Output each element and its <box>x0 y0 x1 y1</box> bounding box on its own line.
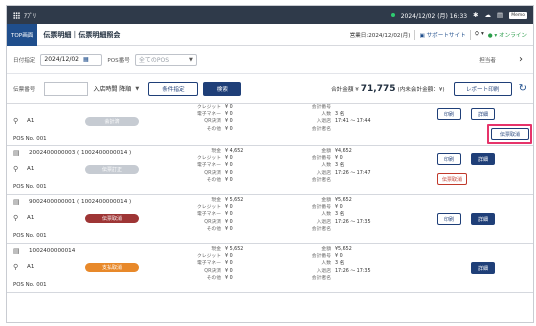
receipt-icon: ▤ <box>13 198 20 206</box>
online-label: オンライン <box>499 32 527 39</box>
divider <box>414 29 416 40</box>
table-number: A1 <box>27 264 35 270</box>
table-icon: ⚲ <box>13 214 19 222</box>
table-number: A1 <box>27 118 35 124</box>
user-menu-icon[interactable]: ⛭ ▾ <box>475 31 484 38</box>
connection-status-icon <box>390 13 395 17</box>
receipt-number: 1002400000014 <box>29 248 76 254</box>
top-screen-button[interactable]: TOP画面 <box>7 23 38 46</box>
payment-breakdown: クレジット ¥ 0 電子マネー ¥ 0 QR決済 ¥ 0 その他 ¥ 0 <box>197 105 233 132</box>
chevron-right-icon[interactable]: › <box>519 54 523 65</box>
condition-button[interactable]: 条件指定 <box>148 81 199 96</box>
list-item[interactable]: ⚲ A1 会計済 POS No. 001 クレジット ¥ 0 電子マネー ¥ 0 Q… <box>7 104 533 146</box>
status-badge: 会計済 <box>85 117 139 126</box>
printer-icon[interactable]: ▤ <box>497 11 503 19</box>
payment-breakdown: 現金 ¥ 5,652 クレジット ¥ 0 電子マネー ¥ 0 QR決済 ¥ 0 その他 ¥… <box>197 198 244 232</box>
staff-label[interactable]: 担当者 <box>479 56 496 64</box>
table-number: A1 <box>27 166 35 172</box>
report-print-button[interactable]: レポート印刷 <box>453 81 512 96</box>
receipt-list: ⚲ A1 会計済 POS No. 001 クレジット ¥ 0 電子マネー ¥ 0 Q… <box>7 104 533 293</box>
receipt-details: 会計番号 人数 3 名 入退店 17:41 ～ 17:44 会計者名 <box>311 105 371 132</box>
online-status[interactable]: ● ▾ オンライン <box>488 31 527 39</box>
detail-button[interactable]: 詳細 <box>471 213 495 225</box>
pos-number: POS No. 001 <box>13 282 47 288</box>
page-title: 伝票明細｜伝票明細照会 <box>43 30 121 39</box>
pos-select[interactable]: 全てのPOS ▼ <box>134 53 197 66</box>
void-receipt-button[interactable]: 伝票取消 <box>437 173 467 185</box>
receipt-number-input[interactable] <box>44 81 89 96</box>
settings-icon[interactable]: ✱ <box>473 11 478 19</box>
cloud-icon: ☁ <box>484 11 492 19</box>
highlight-box <box>487 124 532 144</box>
status-badge: 支払取消 <box>85 263 139 272</box>
table-icon: ⚲ <box>13 165 19 173</box>
app-window: ｱﾌﾟﾘ 2024/12/02 (月) 16:33 ✱ ☁ ▤ Memo TOP… <box>6 5 534 323</box>
datetime: 2024/12/02 (月) 16:33 <box>400 12 468 20</box>
total-value: 71,775 <box>360 83 396 94</box>
detail-button[interactable]: 詳細 <box>471 108 495 120</box>
date-label: 日付指定 <box>13 57 36 64</box>
chevron-down-icon: ▼ <box>135 85 140 92</box>
app-name: ｱﾌﾟﾘ <box>24 12 37 20</box>
memo-button[interactable]: Memo <box>509 11 527 19</box>
date-picker[interactable]: 2024/12/02 ▦ <box>40 53 103 66</box>
list-item[interactable]: ▤ 2002400000003 ( 1002400000014 ) ⚲ A1 伝… <box>7 146 533 195</box>
pos-value: 全てのPOS <box>138 57 170 64</box>
pos-number: POS No. 001 <box>13 184 47 190</box>
business-date: 営業日:2024/12/02(月) <box>349 32 411 39</box>
support-site-link[interactable]: ▣ サポートサイト <box>419 31 465 39</box>
receipt-number: 9002400000001 ( 1002400000014 ) <box>29 199 132 205</box>
payment-breakdown: 現金 ¥ 5,652 クレジット ¥ 0 電子マネー ¥ 0 QR決済 ¥ 0 その他 ¥… <box>197 247 244 281</box>
calendar-icon: ▦ <box>82 56 89 63</box>
pos-number: POS No. 001 <box>13 136 47 142</box>
divider <box>469 29 471 40</box>
receipt-details: 金額 ¥4,652 会計番号 ¥ 0 人数 3 名 入退店 17:26 ～ 17:47 … <box>311 149 371 183</box>
search-button[interactable]: 検索 <box>203 81 242 96</box>
total-label: 合計金額 ¥ <box>331 86 359 93</box>
total-amount: 合計金額 ¥ 71,775 (内未会計金額：¥) <box>331 84 445 94</box>
list-item[interactable]: ▤ 1002400000014 ⚲ A1 支払取消 POS No. 001 現金… <box>7 244 533 293</box>
apps-grid-icon[interactable] <box>13 11 20 19</box>
receipt-details: 金額 ¥5,652 会計番号 ¥ 0 人数 3 名 入退店 17:26 ～ 17:35 … <box>311 247 371 281</box>
list-item[interactable]: ▤ 9002400000001 ( 1002400000014 ) ⚲ A1 伝… <box>7 195 533 244</box>
status-badge: 伝票取消 <box>85 214 139 223</box>
date-value: 2024/12/02 <box>44 56 79 63</box>
print-button[interactable]: 印刷 <box>437 153 461 165</box>
print-button[interactable]: 印刷 <box>437 108 461 120</box>
sort-value: 入店時間 降順 <box>93 86 132 93</box>
detail-button[interactable]: 詳細 <box>471 153 495 165</box>
status-bar: ｱﾌﾟﾘ 2024/12/02 (月) 16:33 ✱ ☁ ▤ Memo <box>7 6 533 24</box>
chevron-down-icon: ▼ <box>189 56 193 63</box>
detail-button[interactable]: 詳細 <box>471 262 495 274</box>
pos-label: POS番号 <box>107 57 130 64</box>
total-suffix: (内未会計金額：¥) <box>397 86 445 93</box>
sort-select[interactable]: 入店時間 降順 ▼ <box>93 82 144 95</box>
search-bar: 伝票番号 入店時間 降順 ▼ 条件指定 検索 合計金額 ¥ 71,775 (内未… <box>7 74 533 104</box>
page-header: TOP画面 伝票明細｜伝票明細照会 営業日:2024/12/02(月) ▣ サポ… <box>7 23 533 46</box>
filter-bar: 日付指定 2024/12/02 ▦ POS番号 全てのPOS ▼ 担当者 › <box>7 46 533 74</box>
support-site-label: サポートサイト <box>426 32 466 39</box>
payment-breakdown: 現金 ¥ 4,652 クレジット ¥ 0 電子マネー ¥ 0 QR決済 ¥ 0 その他 ¥… <box>197 149 244 183</box>
receipt-icon: ▤ <box>13 247 20 255</box>
status-badge: 伝票訂正 <box>85 165 139 174</box>
print-button[interactable]: 印刷 <box>437 213 461 225</box>
receipt-details: 金額 ¥5,652 会計番号 ¥ 0 人数 3 名 入退店 17:26 ～ 17:35 … <box>311 198 371 232</box>
table-icon: ⚲ <box>13 117 19 125</box>
table-number: A1 <box>27 215 35 221</box>
receipt-icon: ▤ <box>13 149 20 157</box>
table-icon: ⚲ <box>13 263 19 271</box>
pos-number: POS No. 001 <box>13 233 47 239</box>
receipt-number: 2002400000003 ( 1002400000014 ) <box>29 150 132 156</box>
refresh-icon[interactable]: ↻ <box>519 83 527 94</box>
receipt-number-label: 伝票番号 <box>13 86 36 93</box>
